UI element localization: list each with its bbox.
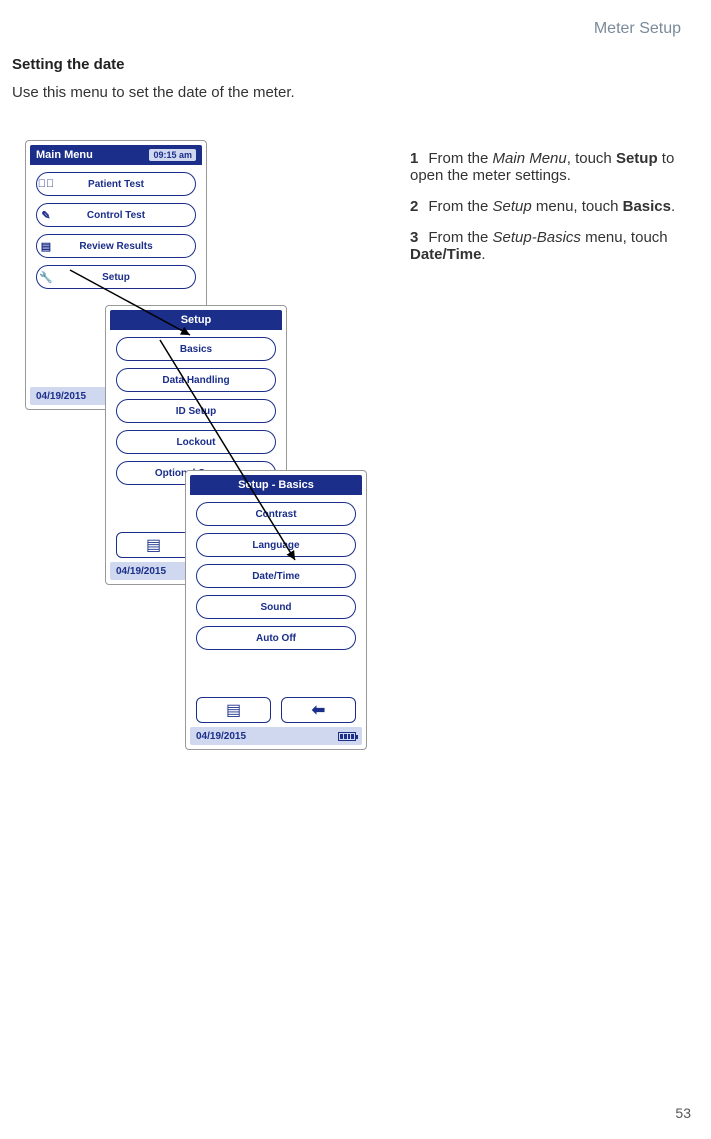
titlebar: Main Menu 09:15 am xyxy=(30,145,202,165)
step-number: 2 xyxy=(410,198,418,215)
home-icon: ▤ xyxy=(146,535,161,555)
titlebar: Setup xyxy=(110,310,282,330)
clock: 09:15 am xyxy=(149,149,196,161)
step-number: 3 xyxy=(410,229,418,246)
steps-list: 1From the Main Menu, touch Setup to open… xyxy=(410,150,686,277)
intro-text: Use this menu to set the date of the met… xyxy=(12,84,295,101)
home-button[interactable]: ▤ xyxy=(196,697,271,723)
footer-date: 04/19/2015 xyxy=(116,566,166,577)
footer-bar: 04/19/2015 xyxy=(190,727,362,745)
results-icon: ▤ xyxy=(35,238,57,254)
dropper-icon: ✎ xyxy=(35,207,57,223)
home-icon: ▤ xyxy=(226,700,241,720)
screen-title: Setup - Basics xyxy=(238,479,314,491)
step-2: 2From the Setup menu, touch Basics. xyxy=(410,198,686,215)
page-title: Setting the date xyxy=(12,56,125,73)
control-test-button[interactable]: ✎Control Test xyxy=(36,203,196,227)
id-setup-button[interactable]: ID Setup xyxy=(116,399,276,423)
page-number: 53 xyxy=(675,1105,691,1121)
contrast-button[interactable]: Contrast xyxy=(196,502,356,526)
language-button[interactable]: Language xyxy=(196,533,356,557)
lockout-button[interactable]: Lockout xyxy=(116,430,276,454)
patient-test-button[interactable]: �⃞Patient Test xyxy=(36,172,196,196)
titlebar: Setup - Basics xyxy=(190,475,362,495)
step-1: 1From the Main Menu, touch Setup to open… xyxy=(410,150,686,184)
screen-title: Setup xyxy=(181,314,212,326)
device-setup-basics-menu: Setup - Basics Contrast Language Date/Ti… xyxy=(185,470,367,750)
step-number: 1 xyxy=(410,150,418,167)
test-strip-icon: �⃞ xyxy=(35,176,57,192)
battery-icon xyxy=(338,732,356,741)
breadcrumb: Meter Setup xyxy=(594,20,681,38)
auto-off-button[interactable]: Auto Off xyxy=(196,626,356,650)
screen-title: Main Menu xyxy=(36,149,93,161)
review-results-button[interactable]: ▤Review Results xyxy=(36,234,196,258)
sound-button[interactable]: Sound xyxy=(196,595,356,619)
wrench-icon: 🔧 xyxy=(35,269,57,285)
footer-date: 04/19/2015 xyxy=(36,391,86,402)
home-button[interactable]: ▤ xyxy=(116,532,191,558)
setup-button[interactable]: 🔧Setup xyxy=(36,265,196,289)
basics-button[interactable]: Basics xyxy=(116,337,276,361)
date-time-button[interactable]: Date/Time xyxy=(196,564,356,588)
step-3: 3From the Setup-Basics menu, touch Date/… xyxy=(410,229,686,263)
footer-date: 04/19/2015 xyxy=(196,731,246,742)
data-handling-button[interactable]: Data Handling xyxy=(116,368,276,392)
back-button[interactable]: ⬅ xyxy=(281,697,356,723)
back-arrow-icon: ⬅ xyxy=(312,700,325,720)
